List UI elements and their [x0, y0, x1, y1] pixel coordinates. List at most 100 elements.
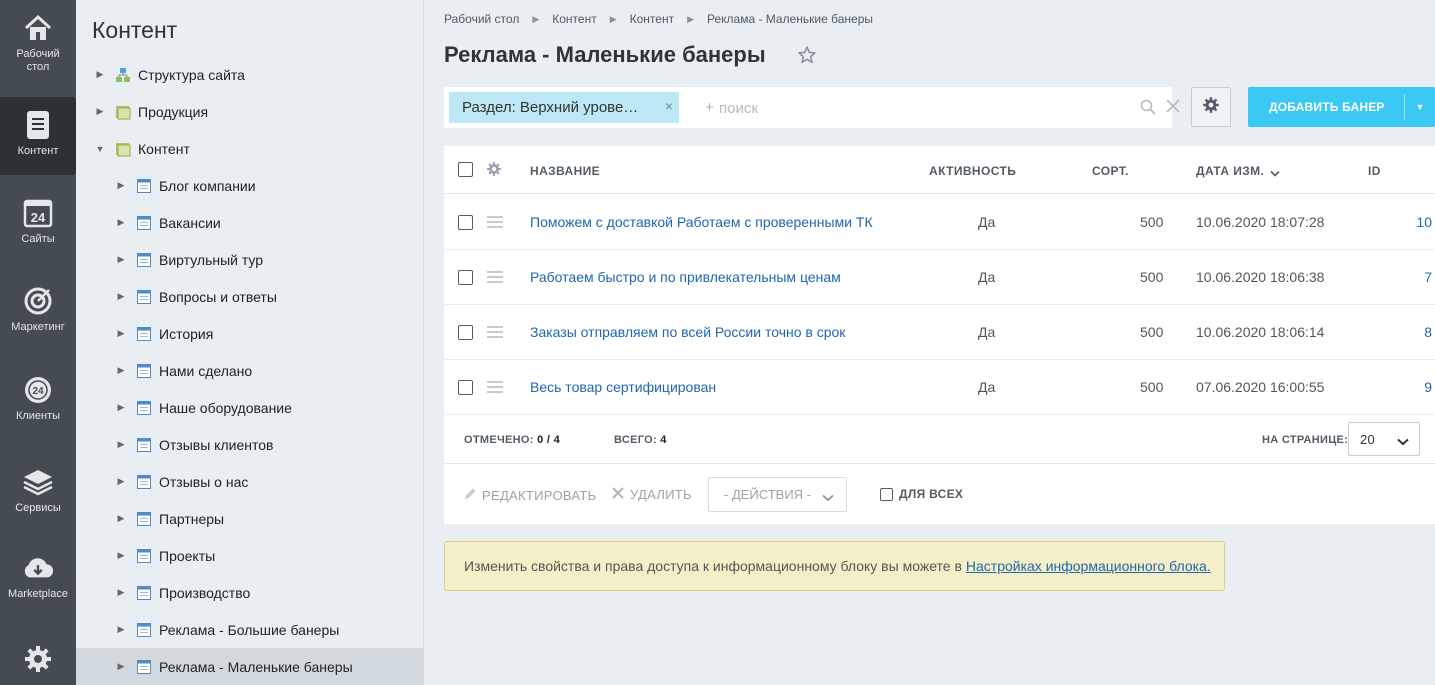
tree-item[interactable]: ▶ Партнеры: [76, 500, 423, 537]
drag-handle-icon[interactable]: [487, 325, 503, 341]
chevron-right-icon[interactable]: ▶: [116, 328, 126, 339]
tree-item[interactable]: ▶ Продукция: [76, 93, 423, 130]
tree-item[interactable]: ▶ Блог компании: [76, 167, 423, 204]
tree-item[interactable]: ▶ Вакансии: [76, 204, 423, 241]
search-icon[interactable]: [1140, 99, 1156, 120]
rail-item-content[interactable]: Контент: [0, 97, 76, 175]
edit-button[interactable]: РЕДАКТИРОВАТЬ: [464, 487, 596, 503]
row-checkbox[interactable]: [458, 325, 473, 340]
column-header-active[interactable]: АКТИВНОСТЬ: [929, 164, 1016, 178]
row-id-link[interactable]: 7: [1375, 269, 1435, 285]
chevron-right-icon[interactable]: ▶: [116, 402, 126, 413]
table-row[interactable]: Поможем с доставкой Работаем с проверенн…: [444, 195, 1435, 250]
block-icon: [136, 289, 152, 305]
chevron-right-icon[interactable]: ▶: [116, 217, 126, 228]
column-settings-icon[interactable]: [486, 161, 502, 182]
for-all-checkbox[interactable]: ДЛЯ ВСЕХ: [880, 487, 963, 501]
row-checkbox[interactable]: [458, 270, 473, 285]
actions-select[interactable]: - ДЕЙСТВИЯ -: [708, 477, 847, 512]
breadcrumb-item[interactable]: Рабочий стол: [444, 12, 519, 26]
tree-item[interactable]: ▶ Реклама - Большие банеры: [76, 611, 423, 648]
rail-item-services[interactable]: Сервисы: [0, 466, 76, 522]
chevron-right-icon[interactable]: ▶: [95, 69, 105, 80]
gear-icon: [1202, 96, 1220, 119]
add-filter-icon[interactable]: +: [705, 99, 714, 116]
row-sort: 500: [1140, 324, 1164, 340]
column-header-id[interactable]: ID: [1368, 164, 1381, 178]
rail-item-marketplace[interactable]: Marketplace: [0, 552, 76, 608]
search-input[interactable]: [719, 96, 1119, 120]
row-id-link[interactable]: 8: [1375, 324, 1435, 340]
row-name-link[interactable]: Весь товар сертифицирован: [530, 379, 716, 395]
iblock-settings-link[interactable]: Настройках информационного блока.: [966, 558, 1211, 574]
tree-item[interactable]: ▶ История: [76, 315, 423, 352]
chevron-right-icon[interactable]: ▶: [116, 476, 126, 487]
chevron-down-icon[interactable]: ▼: [1405, 102, 1435, 112]
tree-item[interactable]: ▶ Наше оборудование: [76, 389, 423, 426]
row-name-link[interactable]: Работаем быстро и по привлекательным цен…: [530, 269, 841, 285]
block-icon: [136, 659, 152, 675]
rail-item-clients[interactable]: 24 Клиенты: [0, 374, 76, 430]
chevron-right-icon[interactable]: ▶: [116, 365, 126, 376]
tree-item[interactable]: ▶ Отзывы о нас: [76, 463, 423, 500]
table-row[interactable]: Заказы отправляем по всей России точно в…: [444, 305, 1435, 360]
column-header-name[interactable]: НАЗВАНИЕ: [530, 164, 600, 178]
rail-item-desktop[interactable]: Рабочий стол: [0, 12, 76, 84]
table-row[interactable]: Работаем быстро и по привлекательным цен…: [444, 250, 1435, 305]
breadcrumb-item[interactable]: Контент: [552, 12, 596, 26]
tree-item[interactable]: ▶ Производство: [76, 574, 423, 611]
block-icon: [136, 363, 152, 379]
chevron-right-icon[interactable]: ▶: [116, 180, 126, 191]
list-settings-button[interactable]: [1191, 87, 1231, 127]
folder-icon: [115, 141, 131, 157]
chevron-right-icon[interactable]: ▶: [116, 550, 126, 561]
chevron-right-icon[interactable]: ▶: [116, 661, 126, 672]
chevron-right-icon[interactable]: ▶: [116, 587, 126, 598]
column-header-sort[interactable]: СОРТ.: [1092, 164, 1129, 178]
row-name-link[interactable]: Заказы отправляем по всей России точно в…: [530, 324, 845, 340]
clear-icon[interactable]: [1166, 99, 1180, 118]
breadcrumb-item[interactable]: Контент: [630, 12, 674, 26]
tree-item[interactable]: ▶ Структура сайта: [76, 56, 423, 93]
tree-item[interactable]: ▶ Вопросы и ответы: [76, 278, 423, 315]
drag-handle-icon[interactable]: [487, 215, 503, 231]
filter-tag[interactable]: Раздел: Верхний урове… ×: [449, 92, 679, 123]
chevron-right-icon[interactable]: ▶: [95, 106, 105, 117]
chevron-right-icon[interactable]: ▶: [116, 291, 126, 302]
tree-item[interactable]: ▶ Виртульный тур: [76, 241, 423, 278]
drag-handle-icon[interactable]: [487, 380, 503, 396]
tree-item[interactable]: ▶ Реклама - Маленькие банеры: [76, 648, 423, 685]
tree-item[interactable]: ▶ Отзывы клиентов: [76, 426, 423, 463]
chevron-right-icon[interactable]: ▶: [116, 513, 126, 524]
select-all-checkbox[interactable]: [458, 162, 473, 177]
calendar-24-icon: 24: [22, 197, 54, 229]
delete-button[interactable]: УДАЛИТЬ: [612, 487, 692, 502]
rail-item-sites[interactable]: 24 Сайты: [0, 197, 76, 253]
table-row[interactable]: Весь товар сертифицирован Да 500 07.06.2020…: [444, 360, 1435, 415]
chevron-right-icon[interactable]: ▶: [116, 439, 126, 450]
chevron-right-icon[interactable]: ▶: [116, 254, 126, 265]
add-banner-button[interactable]: ДОБАВИТЬ БАНЕР ▼: [1248, 87, 1435, 127]
actions-select-value: - ДЕЙСТВИЯ -: [724, 487, 812, 502]
tree-item[interactable]: ▼ Контент: [76, 130, 423, 167]
row-id-link[interactable]: 10: [1375, 214, 1435, 230]
drag-handle-icon[interactable]: [487, 270, 503, 286]
row-checkbox[interactable]: [458, 380, 473, 395]
perpage-select[interactable]: 20: [1348, 422, 1420, 456]
tree-item[interactable]: ▶ Проекты: [76, 537, 423, 574]
close-icon[interactable]: ×: [665, 98, 673, 114]
sort-desc-icon[interactable]: [1270, 165, 1280, 183]
chevron-down-icon[interactable]: ▼: [95, 144, 105, 154]
for-all-checkbox-box[interactable]: [880, 487, 893, 501]
breadcrumb-item-current[interactable]: Реклама - Маленькие банеры: [707, 12, 873, 26]
column-header-date[interactable]: ДАТА ИЗМ.: [1196, 164, 1264, 178]
row-checkbox[interactable]: [458, 215, 473, 230]
row-name-link[interactable]: Поможем с доставкой Работаем с проверенн…: [530, 214, 873, 230]
rail-item-marketing[interactable]: Маркетинг: [0, 285, 76, 341]
row-id-link[interactable]: 9: [1375, 379, 1435, 395]
favorite-star-icon[interactable]: [797, 45, 817, 70]
rail-settings[interactable]: [0, 644, 76, 678]
chevron-right-icon[interactable]: ▶: [116, 624, 126, 635]
tree-item[interactable]: ▶ Нами сделано: [76, 352, 423, 389]
filter-search-box[interactable]: Раздел: Верхний урове… × +: [444, 87, 1180, 128]
